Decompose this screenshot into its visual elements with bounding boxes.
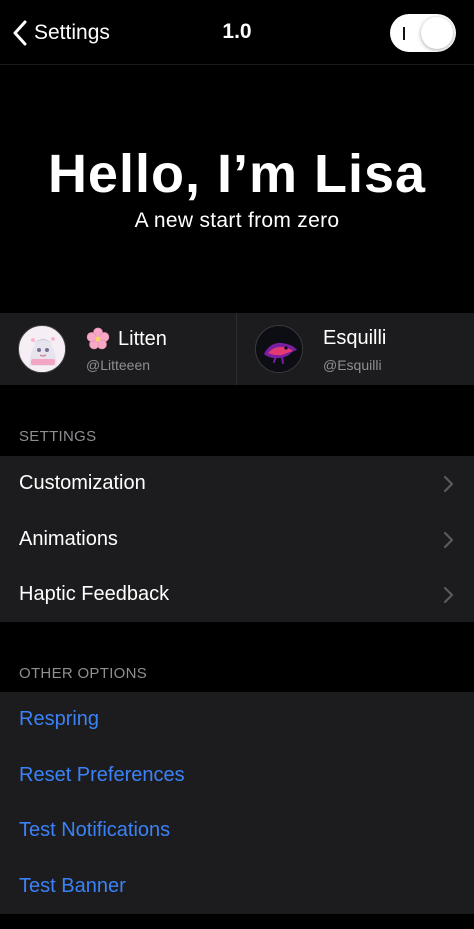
credits-row: Litten @Litteeen Esquilli @Esquilli bbox=[0, 313, 474, 385]
row-label: Reset Preferences bbox=[19, 763, 185, 786]
toggle-knob bbox=[421, 17, 453, 49]
row-label: Test Banner bbox=[19, 874, 126, 897]
avatar bbox=[18, 325, 66, 373]
row-label: Respring bbox=[19, 708, 100, 730]
credit-esquilli[interactable]: Esquilli @Esquilli bbox=[236, 313, 473, 385]
credit-litten[interactable]: Litten @Litteeen bbox=[0, 313, 236, 385]
enable-toggle[interactable] bbox=[390, 14, 456, 52]
row-label: Test Notifications bbox=[19, 819, 171, 841]
row-label: Customization bbox=[19, 472, 146, 494]
settings-group: Customization Animations Haptic Feedback bbox=[0, 456, 474, 622]
credit-name-text: Litten bbox=[118, 327, 167, 350]
credit-name: Esquilli bbox=[323, 327, 386, 350]
header-banner: Hello, I’m Lisa A new start from zero bbox=[0, 65, 474, 313]
row-respring[interactable]: Respring bbox=[0, 692, 474, 748]
avatar bbox=[255, 325, 303, 373]
row-customization[interactable]: Customization bbox=[0, 456, 474, 512]
section-header-other-options: OTHER OPTIONS bbox=[19, 665, 148, 682]
chevron-right-icon bbox=[442, 585, 454, 605]
credit-handle: @Esquilli bbox=[323, 357, 382, 373]
row-test-notifications[interactable]: Test Notifications bbox=[0, 803, 474, 859]
row-animations[interactable]: Animations bbox=[0, 512, 474, 568]
credit-handle: @Litteeen bbox=[86, 357, 151, 373]
navigation-bar: Settings 1.0 bbox=[0, 0, 474, 65]
header-title: Hello, I’m Lisa bbox=[47, 144, 427, 204]
row-test-banner[interactable]: Test Banner bbox=[0, 859, 474, 915]
chevron-right-icon bbox=[442, 474, 454, 494]
section-header-settings: SETTINGS bbox=[19, 428, 97, 445]
row-label: Haptic Feedback bbox=[19, 583, 170, 605]
row-label: Animations bbox=[19, 527, 118, 550]
header-subtitle: A new start from zero bbox=[134, 209, 340, 232]
credit-name: Litten bbox=[86, 327, 167, 351]
credit-name-text: Esquilli bbox=[323, 327, 387, 349]
row-haptic-feedback[interactable]: Haptic Feedback bbox=[0, 567, 474, 623]
other-options-group: Respring Reset Preferences Test Notifica… bbox=[0, 692, 474, 914]
toggle-on-indicator bbox=[403, 27, 405, 40]
cherry-blossom-icon bbox=[86, 327, 110, 351]
chevron-right-icon bbox=[442, 530, 454, 550]
row-reset-preferences[interactable]: Reset Preferences bbox=[0, 748, 474, 804]
tweak-preferences-page: Settings 1.0 Hello, I’m Lisa A new start… bbox=[0, 0, 474, 929]
